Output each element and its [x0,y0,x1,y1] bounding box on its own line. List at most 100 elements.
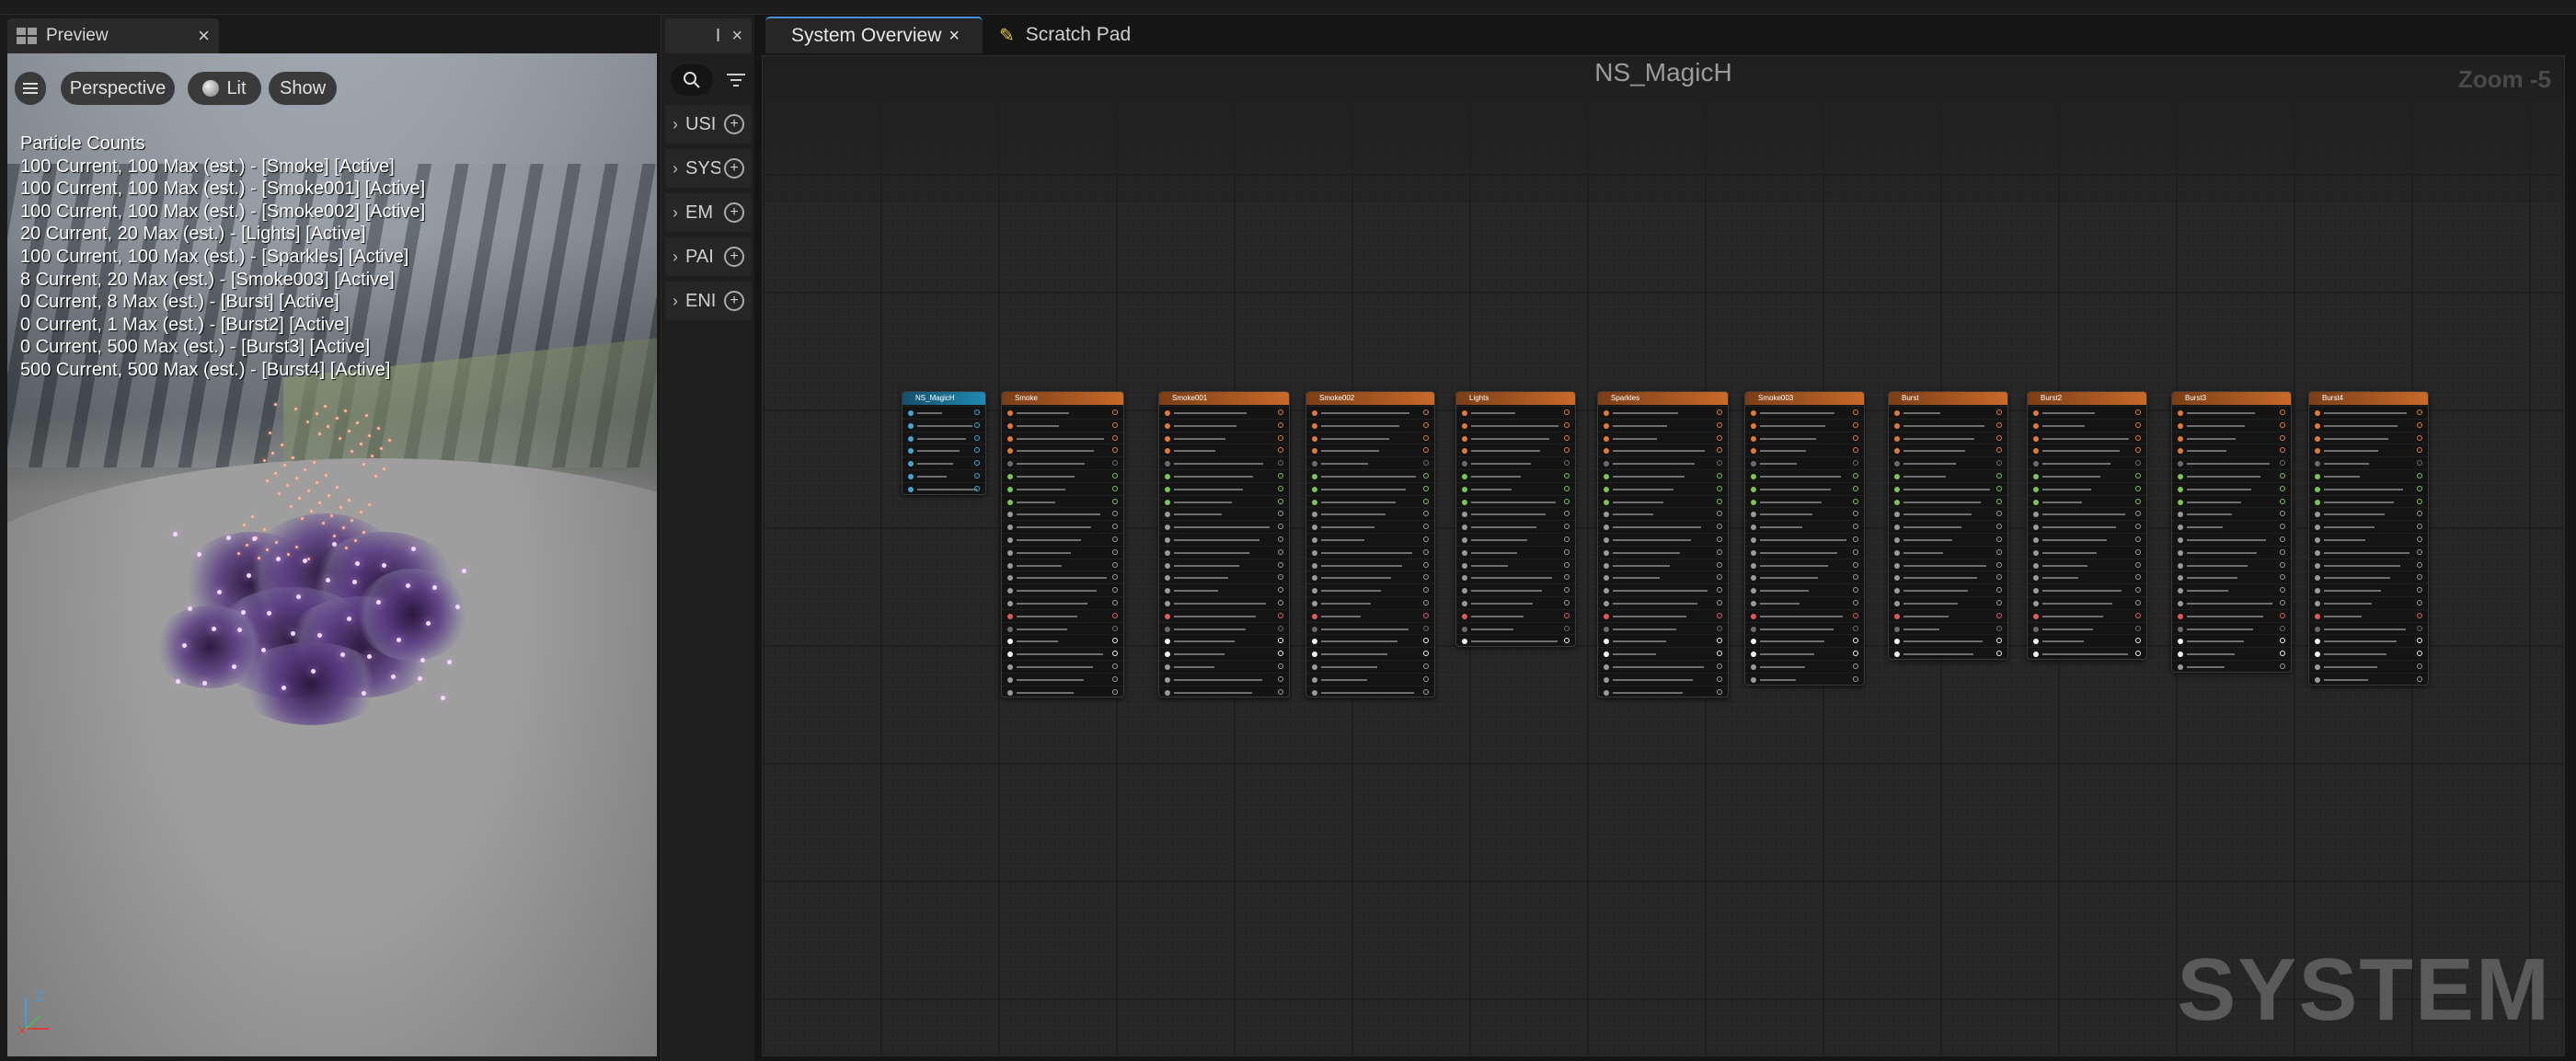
module-toggle-icon[interactable] [1853,587,1858,594]
node-module-row[interactable] [1159,558,1289,571]
add-icon[interactable]: + [724,291,744,311]
module-toggle-icon[interactable] [2280,447,2285,454]
module-toggle-icon[interactable] [1996,473,2002,479]
module-toggle-icon[interactable] [1996,447,2002,454]
module-toggle-icon[interactable] [974,473,980,479]
module-toggle-icon[interactable] [2280,574,2285,581]
module-toggle-icon[interactable] [1996,498,2002,504]
module-toggle-icon[interactable] [1717,612,1722,618]
node-module-row[interactable] [2172,647,2291,660]
module-toggle-icon[interactable] [2280,409,2285,415]
module-toggle-icon[interactable] [1996,548,2002,555]
node-module-row[interactable] [1598,672,1728,686]
node-module-row[interactable] [2028,647,2146,659]
node-module-row[interactable] [2028,596,2146,609]
module-toggle-icon[interactable] [1564,561,1570,568]
module-toggle-icon[interactable] [1853,574,1858,581]
preview-tab[interactable]: Preview × [7,18,219,53]
module-toggle-icon[interactable] [2417,651,2422,657]
node-module-row[interactable] [1745,634,1864,647]
node-module-row[interactable] [2172,660,2291,672]
module-toggle-icon[interactable] [1717,524,1722,530]
node-module-row[interactable] [2309,545,2428,559]
module-toggle-icon[interactable] [1423,663,1429,669]
module-toggle-icon[interactable] [2280,651,2285,657]
node-module-row[interactable] [1159,456,1289,469]
node-module-row[interactable] [2172,469,2291,482]
module-toggle-icon[interactable] [1853,498,1858,504]
tab-scratch-pad[interactable]: ✎ Scratch Pad [999,17,1174,53]
module-toggle-icon[interactable] [2135,561,2141,568]
node-module-row[interactable] [1598,418,1728,432]
node-module-row[interactable] [1745,583,1864,596]
emitter-node[interactable]: Smoke002 [1305,391,1435,698]
module-toggle-icon[interactable] [2135,498,2141,504]
node-module-row[interactable] [2028,583,2146,596]
module-toggle-icon[interactable] [1112,460,1118,467]
node-module-row[interactable] [1889,456,2007,469]
node-module-row[interactable] [2309,608,2428,622]
node-module-row[interactable] [1598,533,1728,546]
module-toggle-icon[interactable] [1853,651,1858,657]
module-toggle-icon[interactable] [974,460,980,467]
module-toggle-icon[interactable] [1717,651,1722,657]
module-toggle-icon[interactable] [2417,473,2422,479]
node-module-row[interactable] [1002,481,1123,495]
node-module-row[interactable] [2028,469,2146,482]
module-toggle-icon[interactable] [1423,651,1429,657]
module-toggle-icon[interactable] [2417,498,2422,504]
node-module-row[interactable] [2172,545,2291,559]
module-toggle-icon[interactable] [2280,460,2285,467]
module-toggle-icon[interactable] [1278,688,1283,695]
node-module-row[interactable] [1889,596,2007,609]
module-toggle-icon[interactable] [1996,511,2002,517]
node-module-row[interactable] [1306,647,1434,660]
add-icon[interactable]: + [724,158,744,179]
node-module-row[interactable] [1745,469,1864,482]
module-toggle-icon[interactable] [1423,548,1429,555]
node-module-row[interactable] [1306,571,1434,583]
node-module-row[interactable] [2309,456,2428,469]
node-module-row[interactable] [1745,647,1864,660]
module-toggle-icon[interactable] [1996,421,2002,428]
module-toggle-icon[interactable] [1112,548,1118,555]
node-module-row[interactable] [2309,672,2428,685]
node-module-row[interactable] [1159,647,1289,660]
module-toggle-icon[interactable] [1717,625,1722,631]
module-toggle-icon[interactable] [1564,421,1570,428]
module-toggle-icon[interactable] [2417,625,2422,631]
parameters-section[interactable]: › USI + [665,105,752,144]
node-module-row[interactable] [1002,418,1123,432]
node-module-row[interactable] [2172,507,2291,520]
module-toggle-icon[interactable] [1717,498,1722,504]
node-module-row[interactable] [1745,431,1864,444]
node-module-row[interactable] [1745,520,1864,533]
node-module-row[interactable] [1598,545,1728,559]
module-toggle-icon[interactable] [1717,485,1722,491]
module-toggle-icon[interactable] [1996,638,2002,644]
module-toggle-icon[interactable] [2280,473,2285,479]
module-toggle-icon[interactable] [1996,460,2002,467]
module-toggle-icon[interactable] [1564,638,1570,644]
node-module-row[interactable] [1002,444,1123,456]
node-module-row[interactable] [2172,481,2291,495]
node-module-row[interactable] [1002,494,1123,508]
module-toggle-icon[interactable] [1853,421,1858,428]
tab-system-overview[interactable]: System Overview × [765,17,983,53]
viewport-menu-button[interactable] [15,72,46,105]
node-module-row[interactable] [1159,571,1289,583]
node-module-row[interactable] [2028,634,2146,647]
module-toggle-icon[interactable] [2417,663,2422,669]
module-toggle-icon[interactable] [2280,561,2285,568]
node-module-row[interactable] [1306,583,1434,596]
module-toggle-icon[interactable] [1423,638,1429,644]
node-module-row[interactable] [1456,533,1575,546]
node-module-row[interactable] [1598,685,1728,698]
module-toggle-icon[interactable] [974,434,980,441]
module-toggle-icon[interactable] [2417,612,2422,618]
node-module-row[interactable] [1598,520,1728,533]
node-module-row[interactable] [2028,456,2146,469]
lit-button[interactable]: Lit [188,72,261,105]
module-toggle-icon[interactable] [2280,612,2285,618]
node-module-row[interactable] [1456,634,1575,646]
